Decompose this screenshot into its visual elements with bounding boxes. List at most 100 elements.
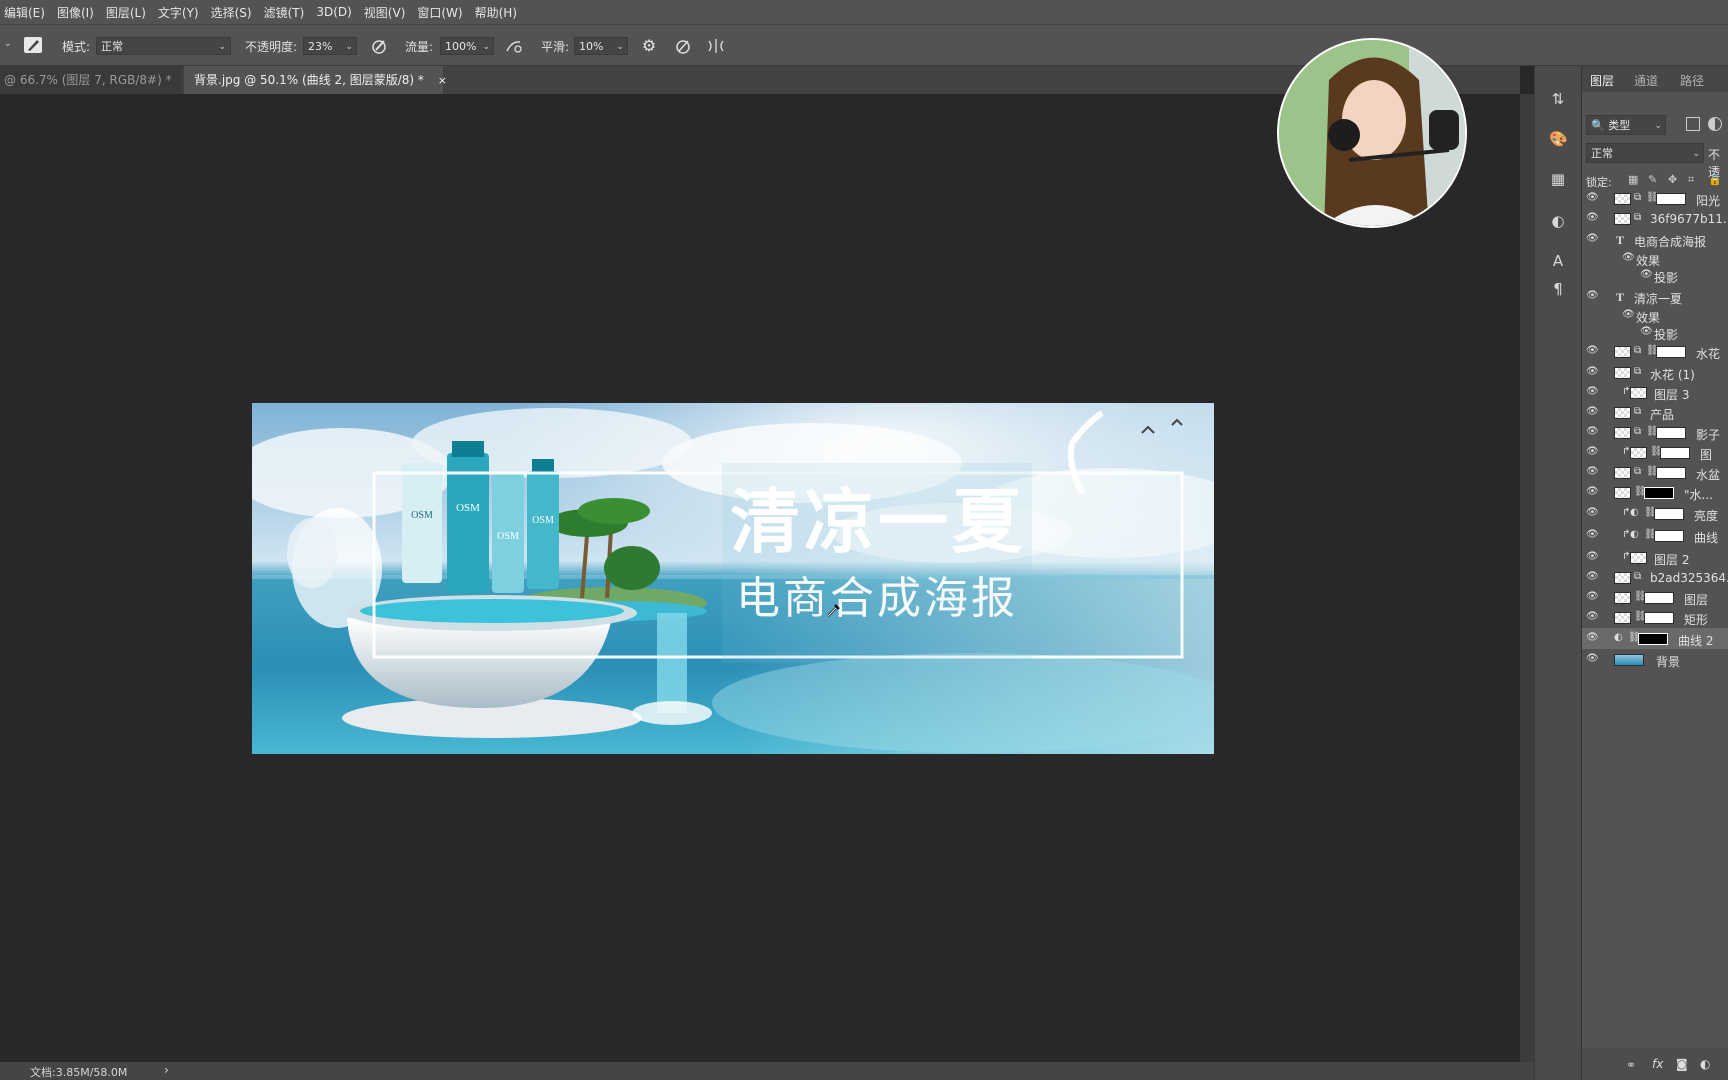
visibility-eye-icon[interactable]: 👁: [1586, 346, 1599, 356]
layer-row[interactable]: 👁 ↱ 图层 2: [1582, 547, 1728, 567]
menu-select[interactable]: 选择(S): [205, 4, 258, 21]
symmetry-icon[interactable]: [706, 37, 726, 55]
menu-edit[interactable]: 编辑(E): [0, 4, 51, 21]
lock-all-icon[interactable]: 🔒: [1708, 173, 1722, 186]
layer-row[interactable]: 👁 ⧉ 36f9677b11...3: [1582, 208, 1728, 228]
airbrush-icon[interactable]: [504, 37, 524, 55]
menu-view[interactable]: 视图(V): [358, 4, 412, 21]
pressure-opacity-icon[interactable]: [370, 37, 388, 55]
layer-filter-dropdown[interactable]: 🔍 类型 ⌄: [1586, 115, 1666, 135]
effect-visibility-icon[interactable]: 👁: [1622, 252, 1635, 263]
layer-row[interactable]: 👁 ⧉ ⛓ 影子: [1582, 422, 1728, 442]
tab-channels[interactable]: 通道: [1634, 72, 1658, 89]
tab-document-2[interactable]: 背景.jpg @ 50.1% (曲线 2, 图层蒙版/8) * ×: [184, 66, 447, 94]
layer-row[interactable]: 👁 ⧉ b2ad325364...: [1582, 567, 1728, 587]
visibility-eye-icon[interactable]: 👁: [1586, 427, 1599, 437]
effect-visibility-icon[interactable]: 👁: [1640, 326, 1653, 337]
adjustments-icon[interactable]: ◐: [1549, 212, 1567, 230]
layer-mask-thumbnail[interactable]: [1656, 467, 1686, 479]
layer-mask-thumbnail[interactable]: [1638, 633, 1668, 645]
tab-paths[interactable]: 路径: [1680, 72, 1704, 89]
menu-layer[interactable]: 图层(L): [100, 4, 152, 21]
lock-brush-icon[interactable]: ✎: [1648, 173, 1657, 186]
blend-mode-dropdown[interactable]: 正常 ⌄: [1586, 143, 1704, 163]
menu-window[interactable]: 窗口(W): [411, 4, 468, 21]
layer-row[interactable]: 👁 投影: [1582, 265, 1728, 285]
effect-visibility-icon[interactable]: 👁: [1640, 269, 1653, 280]
layer-row[interactable]: 👁 ↱ 图层 3: [1582, 382, 1728, 402]
brush-preset-icon[interactable]: [24, 37, 42, 53]
layer-mask-thumbnail[interactable]: [1644, 592, 1674, 604]
layer-row[interactable]: 👁 ⧉ ⛓ 水花: [1582, 341, 1728, 362]
effect-visibility-icon[interactable]: 👁: [1622, 309, 1635, 320]
flow-input[interactable]: 100% ⌄: [440, 37, 494, 55]
layer-row[interactable]: 👁 T 电商合成海报: [1582, 229, 1728, 249]
visibility-eye-icon[interactable]: 👁: [1586, 592, 1599, 602]
visibility-eye-icon[interactable]: 👁: [1586, 633, 1599, 643]
fx-icon[interactable]: fx: [1652, 1057, 1663, 1071]
link-layers-icon[interactable]: ⚭: [1626, 1058, 1636, 1072]
layer-mask-thumbnail[interactable]: [1656, 427, 1686, 439]
layer-row[interactable]: 👁 投影: [1582, 322, 1728, 342]
visibility-eye-icon[interactable]: 👁: [1586, 407, 1599, 417]
layer-row[interactable]: 👁 效果: [1582, 305, 1728, 325]
visibility-eye-icon[interactable]: 👁: [1586, 487, 1599, 497]
visibility-eye-icon[interactable]: 👁: [1586, 467, 1599, 477]
layer-mask-thumbnail[interactable]: [1654, 508, 1684, 520]
lock-position-icon[interactable]: ✥: [1668, 173, 1677, 186]
character-icon[interactable]: A: [1549, 252, 1567, 270]
layer-row[interactable]: 👁 ◐ ⛓ 曲线 2: [1582, 628, 1728, 649]
vertical-scrollbar[interactable]: [1520, 94, 1534, 1062]
new-adjustment-icon[interactable]: ◐: [1700, 1057, 1710, 1071]
layer-row[interactable]: 👁 ↱ ◐ ⛓ 曲线: [1582, 525, 1728, 547]
mode-dropdown[interactable]: 正常 ⌄: [96, 37, 231, 55]
smoothing-input[interactable]: 10% ⌄: [574, 37, 628, 55]
layer-row[interactable]: 👁 ⧉ ⛓ 水盆: [1582, 462, 1728, 482]
canvas-area[interactable]: OSM OSM OSM OSM 清凉一夏 电商合成海报: [0, 94, 1520, 1062]
visibility-eye-icon[interactable]: 👁: [1586, 508, 1599, 518]
swatches-grid-icon[interactable]: ▦: [1549, 170, 1567, 188]
layer-row[interactable]: 👁 T 清凉一夏: [1582, 286, 1728, 306]
menu-3d[interactable]: 3D(D): [310, 5, 357, 19]
layer-row[interactable]: 👁 ⧉ ⛓ 阳光: [1582, 188, 1728, 208]
layer-row[interactable]: 👁 ⛓ 矩形: [1582, 607, 1728, 628]
lock-artboard-icon[interactable]: ⌗: [1688, 173, 1694, 187]
status-expand-arrow[interactable]: ›: [164, 1063, 169, 1077]
add-mask-icon[interactable]: ◙: [1676, 1057, 1688, 1071]
layer-row[interactable]: 👁 ⧉ 产品: [1582, 402, 1728, 422]
pressure-size-icon[interactable]: [674, 37, 692, 55]
layer-mask-thumbnail[interactable]: [1656, 193, 1686, 205]
layer-row[interactable]: 👁 效果: [1582, 248, 1728, 268]
visibility-eye-icon[interactable]: 👁: [1586, 291, 1599, 301]
visibility-eye-icon[interactable]: 👁: [1586, 367, 1599, 377]
layer-row[interactable]: 👁 背景: [1582, 649, 1728, 670]
layer-row[interactable]: 👁 ↱ ⛓ 图: [1582, 442, 1728, 462]
layer-mask-thumbnail[interactable]: [1644, 487, 1674, 499]
menu-filter[interactable]: 滤镜(T): [258, 4, 311, 21]
lock-transparent-icon[interactable]: ▦: [1628, 173, 1638, 186]
layer-row[interactable]: 👁 ⧉ 水花 (1): [1582, 362, 1728, 382]
layer-row[interactable]: 👁 ⛓ 图层: [1582, 587, 1728, 607]
visibility-eye-icon[interactable]: 👁: [1586, 234, 1599, 244]
menu-type[interactable]: 文字(Y): [152, 4, 205, 21]
visibility-eye-icon[interactable]: 👁: [1586, 387, 1599, 397]
color-palette-icon[interactable]: 🎨: [1549, 130, 1568, 148]
layer-row[interactable]: 👁 ↱ ◐ ⛓ 亮度: [1582, 503, 1728, 525]
visibility-eye-icon[interactable]: 👁: [1586, 552, 1599, 562]
visibility-eye-icon[interactable]: 👁: [1586, 572, 1599, 582]
visibility-eye-icon[interactable]: 👁: [1586, 193, 1599, 203]
poster-image[interactable]: OSM OSM OSM OSM 清凉一夏 电商合成海报: [252, 403, 1214, 754]
opacity-input[interactable]: 23% ⌄: [303, 37, 357, 55]
paragraph-icon[interactable]: ¶: [1549, 280, 1567, 298]
layer-row[interactable]: 👁 ⛓ "水...: [1582, 482, 1728, 503]
chevron-down-icon[interactable]: ⌄: [4, 39, 12, 49]
layer-mask-thumbnail[interactable]: [1654, 530, 1684, 542]
filter-adjustment-icon[interactable]: [1708, 117, 1722, 131]
layer-mask-thumbnail[interactable]: [1656, 346, 1686, 358]
gear-icon[interactable]: ⚙: [640, 37, 658, 55]
tab-document-1[interactable]: @ 66.7% (图层 7, RGB/8#) * ×: [0, 66, 195, 94]
visibility-eye-icon[interactable]: 👁: [1586, 447, 1599, 457]
visibility-eye-icon[interactable]: 👁: [1586, 612, 1599, 622]
layer-mask-thumbnail[interactable]: [1644, 612, 1674, 624]
menu-image[interactable]: 图像(I): [51, 4, 100, 21]
